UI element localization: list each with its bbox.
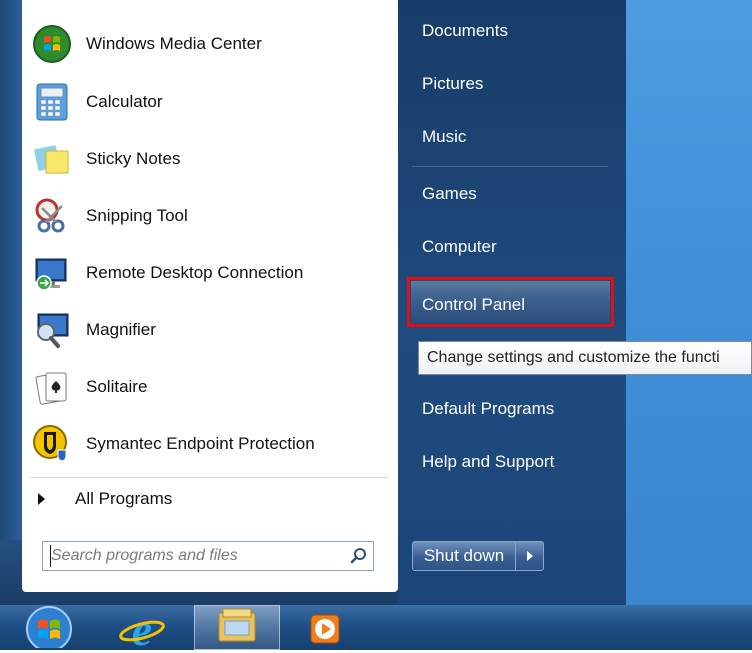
shutdown-control: Shut down bbox=[412, 541, 552, 571]
places-item-help-and-support[interactable]: Help and Support bbox=[412, 441, 612, 483]
program-item-snipping-tool[interactable]: Snipping Tool bbox=[30, 190, 385, 242]
program-label: Solitaire bbox=[86, 377, 148, 396]
program-item-windows-media-center[interactable]: Windows Media Center bbox=[30, 18, 385, 70]
places-label: Documents bbox=[422, 21, 508, 40]
places-label: Default Programs bbox=[422, 399, 555, 418]
symantec-icon bbox=[30, 422, 74, 466]
solitaire-icon bbox=[30, 365, 74, 409]
magnifier-icon bbox=[30, 308, 74, 352]
tooltip-text: Change settings and customize the functi bbox=[427, 349, 720, 366]
remote-desktop-icon bbox=[30, 251, 74, 295]
start-menu-frame bbox=[0, 0, 22, 605]
places-label: Help and Support bbox=[422, 452, 555, 471]
program-label: Remote Desktop Connection bbox=[86, 263, 304, 282]
places-label: Pictures bbox=[422, 74, 484, 93]
shutdown-options-button[interactable] bbox=[516, 541, 544, 571]
places-item-default-programs[interactable]: Default Programs bbox=[412, 388, 612, 430]
program-item-remote-desktop[interactable]: Remote Desktop Connection bbox=[30, 247, 385, 299]
search-input[interactable] bbox=[43, 542, 345, 570]
program-item-magnifier[interactable]: Magnifier bbox=[30, 304, 385, 356]
places-divider bbox=[412, 166, 608, 167]
all-programs-label: All Programs bbox=[75, 489, 173, 508]
program-label: Windows Media Center bbox=[86, 34, 262, 53]
folder-icon bbox=[215, 605, 259, 650]
windows-media-center-icon bbox=[30, 22, 74, 66]
snipping-tool-icon bbox=[30, 194, 74, 238]
control-panel-tooltip: Change settings and customize the functi bbox=[418, 341, 752, 375]
shutdown-label: Shut down bbox=[423, 546, 505, 565]
search-box[interactable] bbox=[42, 541, 374, 571]
control-panel-highlight-box bbox=[407, 277, 614, 327]
places-item-games[interactable]: Games bbox=[412, 173, 612, 215]
program-label: Sticky Notes bbox=[86, 149, 181, 168]
places-item-computer[interactable]: Computer bbox=[412, 226, 612, 268]
right-arrow-icon bbox=[38, 493, 45, 505]
places-label: Music bbox=[422, 127, 467, 146]
program-item-sticky-notes[interactable]: Sticky Notes bbox=[30, 133, 385, 185]
text-caret bbox=[50, 545, 51, 567]
start-orb[interactable] bbox=[14, 603, 84, 653]
internet-explorer-button[interactable]: e bbox=[112, 603, 172, 653]
places-item-music[interactable]: Music bbox=[412, 116, 612, 158]
calculator-icon bbox=[30, 80, 74, 124]
places-label: Games bbox=[422, 184, 477, 203]
sticky-notes-icon bbox=[30, 137, 74, 181]
shutdown-button[interactable]: Shut down bbox=[412, 541, 516, 571]
media-player-button[interactable] bbox=[300, 605, 350, 650]
windows-explorer-button[interactable] bbox=[194, 605, 280, 650]
programs-divider bbox=[30, 477, 388, 478]
media-player-icon bbox=[307, 605, 343, 650]
program-item-solitaire[interactable]: Solitaire bbox=[30, 361, 385, 413]
program-label: Snipping Tool bbox=[86, 206, 188, 225]
program-label: Symantec Endpoint Protection bbox=[86, 434, 315, 453]
all-programs-item[interactable]: All Programs bbox=[30, 484, 388, 514]
desktop-background bbox=[626, 0, 752, 605]
program-label: Magnifier bbox=[86, 320, 156, 339]
places-label: Computer bbox=[422, 237, 497, 256]
internet-explorer-icon: e bbox=[117, 603, 167, 653]
windows-orb-icon bbox=[18, 603, 80, 653]
places-item-pictures[interactable]: Pictures bbox=[412, 63, 612, 105]
places-item-documents[interactable]: Documents bbox=[412, 10, 612, 52]
search-icon[interactable] bbox=[345, 542, 373, 570]
program-item-symantec[interactable]: Symantec Endpoint Protection bbox=[30, 418, 385, 470]
right-arrow-icon bbox=[526, 551, 533, 561]
program-label: Calculator bbox=[86, 92, 163, 111]
program-item-calculator[interactable]: Calculator bbox=[30, 76, 385, 128]
